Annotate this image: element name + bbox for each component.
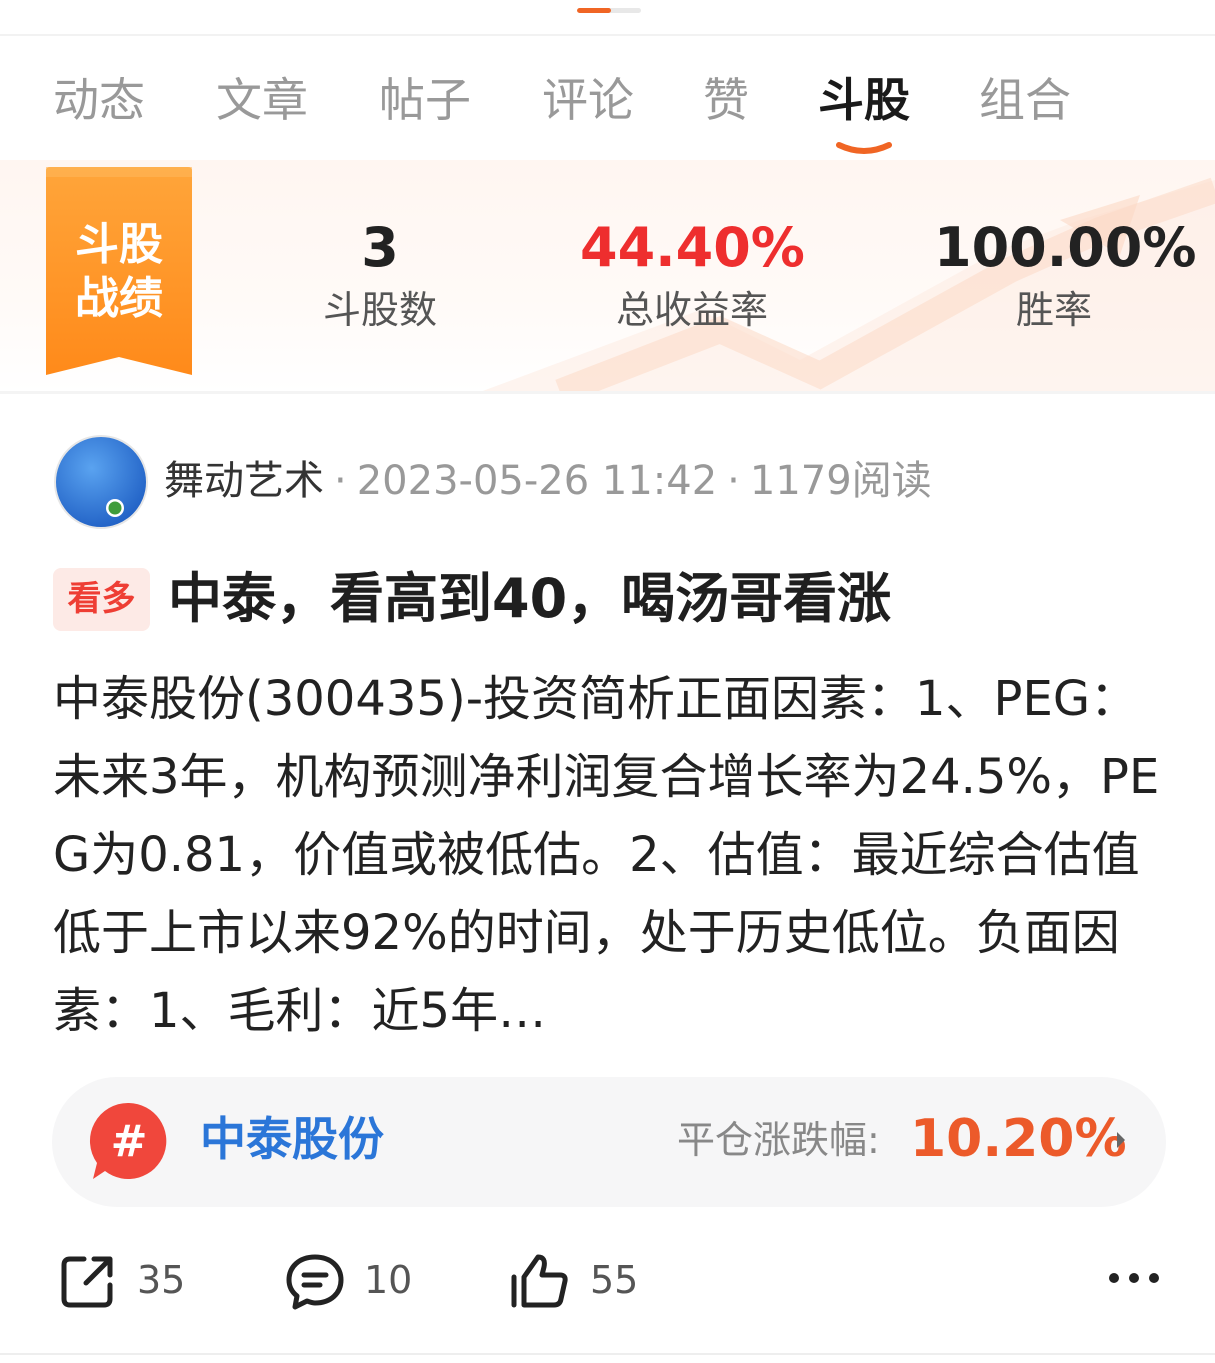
- stat-return: 44.40% 总收益率: [580, 215, 805, 335]
- avatar[interactable]: [53, 434, 149, 530]
- close-change-label: 平仓涨跌幅:: [677, 1118, 880, 1162]
- stat-count: 3 斗股数: [300, 215, 460, 335]
- svg-text:#: #: [111, 1116, 148, 1167]
- tab-posts[interactable]: 帖子: [379, 68, 471, 132]
- post-body[interactable]: 中泰股份(300435)-投资简析正面因素：1、PEG：未来3年，机构预测净利润…: [53, 660, 1165, 1050]
- post-title[interactable]: 中泰，看高到40，喝汤哥看涨: [168, 564, 891, 634]
- share-icon[interactable]: [56, 1249, 120, 1313]
- more-icon[interactable]: [1108, 1268, 1160, 1288]
- like-icon[interactable]: [508, 1249, 572, 1313]
- share-count: 35: [137, 1258, 186, 1302]
- scroll-indicator: [577, 8, 641, 13]
- tab-stock-battle[interactable]: 斗股: [818, 68, 910, 132]
- active-tab-indicator: [836, 142, 892, 154]
- chevron-right-icon[interactable]: [1113, 1128, 1129, 1152]
- bottom-divider: [0, 1353, 1215, 1355]
- author-name[interactable]: 舞动艺术: [164, 458, 324, 504]
- post-datetime: 2023-05-26 11:42: [356, 458, 718, 504]
- scroll-indicator-fill: [577, 8, 611, 13]
- stats-divider: [0, 391, 1215, 394]
- profile-tabs: 动态 文章 帖子 评论 赞 斗股 组合: [0, 68, 1215, 138]
- tab-articles[interactable]: 文章: [216, 68, 308, 132]
- badge-line-2: 战绩: [75, 273, 163, 324]
- bullish-tag: 看多: [53, 568, 150, 631]
- meta-separator: ·: [334, 458, 347, 504]
- tab-dynamics[interactable]: 动态: [53, 68, 145, 132]
- hash-icon: #: [89, 1102, 167, 1179]
- stat-count-label: 斗股数: [322, 288, 437, 332]
- stat-return-label: 总收益率: [615, 288, 768, 332]
- top-divider: [0, 34, 1215, 36]
- tab-likes[interactable]: 赞: [703, 68, 749, 132]
- post-meta: 舞动艺术 · 2023-05-26 11:42 · 1179阅读: [164, 454, 932, 508]
- close-change-value: 10.20%: [910, 1109, 1127, 1169]
- tab-portfolio[interactable]: 组合: [979, 68, 1071, 132]
- badge-line-1: 斗股: [75, 219, 163, 270]
- stat-winrate-value: 100.00%: [934, 216, 1197, 279]
- comment-count: 10: [364, 1258, 413, 1302]
- meta-separator: ·: [727, 458, 740, 504]
- read-count: 1179阅读: [749, 458, 932, 504]
- comment-icon[interactable]: [283, 1249, 347, 1313]
- stat-winrate-label: 胜率: [1015, 288, 1092, 332]
- tab-comments[interactable]: 评论: [542, 68, 634, 132]
- stat-winrate: 100.00% 胜率: [934, 215, 1197, 335]
- badge-label: 斗股 战绩: [46, 218, 192, 326]
- stat-count-value: 3: [361, 216, 399, 279]
- stock-name[interactable]: 中泰股份: [200, 1108, 384, 1170]
- like-count: 55: [590, 1258, 639, 1302]
- stat-return-value: 44.40%: [580, 216, 805, 279]
